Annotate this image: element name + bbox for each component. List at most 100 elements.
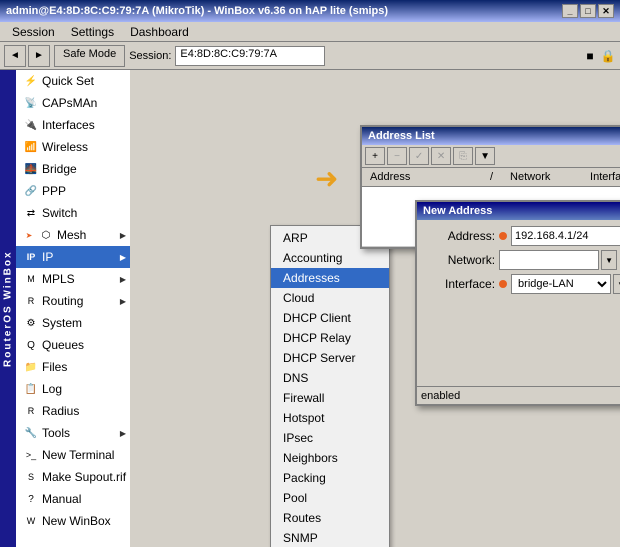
screen-icon: ■	[582, 48, 598, 64]
ip-submenu-dns[interactable]: DNS	[271, 368, 389, 388]
sidebar-item-system[interactable]: ⚙ System	[16, 312, 130, 334]
address-dot	[499, 232, 507, 240]
title-bar: admin@E4:8D:8C:C9:79:7A (MikroTik) - Win…	[0, 0, 620, 22]
mesh-indicator: ➤	[24, 230, 34, 240]
sidebar-item-quickset[interactable]: ⚡ Quick Set	[16, 70, 130, 92]
sidebar-item-capsman[interactable]: 📡 CAPsMAn	[16, 92, 130, 114]
sidebar-item-mpls[interactable]: M MPLS ▶	[16, 268, 130, 290]
network-input-wrapper: ▼	[499, 250, 620, 270]
close-button[interactable]: ✕	[598, 4, 614, 18]
sidebar-item-log[interactable]: 📋 Log	[16, 378, 130, 400]
address-list-toolbar: + − ✓ ✕ ⎘ ▼	[362, 145, 620, 168]
maximize-button[interactable]: □	[580, 4, 596, 18]
sidebar-item-tools[interactable]: 🔧 Tools ▶	[16, 422, 130, 444]
col-slash: /	[486, 170, 506, 184]
new-address-content: Address: ➤ Network: ▼	[417, 220, 620, 404]
network-field[interactable]	[499, 250, 599, 270]
content-area: ARP Accounting Addresses Cloud DHCP Clie…	[130, 70, 620, 547]
minimize-button[interactable]: _	[562, 4, 578, 18]
copy-toolbar-button[interactable]: ⎘	[453, 147, 473, 165]
sidebar-item-files[interactable]: 📁 Files	[16, 356, 130, 378]
ip-submenu-routes[interactable]: Routes	[271, 508, 389, 528]
sidebar-item-make-supout[interactable]: S Make Supout.rif	[16, 466, 130, 488]
check-button[interactable]: ✓	[409, 147, 429, 165]
tools-arrow: ▶	[120, 429, 126, 438]
mesh-icon: ⬡	[39, 228, 53, 242]
ip-submenu-accounting[interactable]: Accounting	[271, 248, 389, 268]
interfaces-icon: 🔌	[24, 118, 38, 132]
address-list-title-bar: Address List _ □ ✕	[362, 127, 620, 145]
network-row: Network: ▼	[425, 250, 620, 270]
sidebar-item-ppp[interactable]: 🔗 PPP	[16, 180, 130, 202]
sidebar-item-mesh[interactable]: ➤ ⬡ Mesh ▶	[16, 224, 130, 246]
new-address-title: New Address	[423, 205, 492, 217]
queues-icon: Q	[24, 338, 38, 352]
interface-select[interactable]: bridge-LAN	[511, 274, 611, 294]
col-network: Network	[506, 170, 586, 184]
back-button[interactable]: ◄	[4, 45, 26, 67]
lock-icons: ■ 🔒	[582, 48, 616, 64]
mesh-arrow: ▶	[120, 231, 126, 240]
sidebar-item-new-winbox[interactable]: W New WinBox	[16, 510, 130, 532]
menu-bar: Session Settings Dashboard	[0, 22, 620, 42]
sidebar-item-switch[interactable]: ⇄ Switch	[16, 202, 130, 224]
ip-submenu-pool[interactable]: Pool	[271, 488, 389, 508]
menu-dashboard[interactable]: Dashboard	[122, 23, 197, 41]
network-dropdown[interactable]: ▼	[601, 250, 617, 270]
ip-submenu-firewall[interactable]: Firewall	[271, 388, 389, 408]
session-input[interactable]: E4:8D:8C:C9:79:7A	[175, 46, 325, 66]
radius-icon: R	[24, 404, 38, 418]
wireless-icon: 📶	[24, 140, 38, 154]
sidebar-item-queues[interactable]: Q Queues	[16, 334, 130, 356]
ip-submenu-cloud[interactable]: Cloud	[271, 288, 389, 308]
sidebar-item-routing[interactable]: R Routing ▶	[16, 290, 130, 312]
bridge-icon: 🌉	[24, 162, 38, 176]
address-field[interactable]	[511, 226, 620, 246]
lock-icon: 🔒	[600, 48, 616, 64]
network-label: Network:	[425, 253, 495, 267]
remove-address-button[interactable]: −	[387, 147, 407, 165]
capsman-icon: 📡	[24, 96, 38, 110]
status-text: enabled	[421, 390, 460, 402]
ppp-icon: 🔗	[24, 184, 38, 198]
sidebar-item-bridge[interactable]: 🌉 Bridge	[16, 158, 130, 180]
title-text: admin@E4:8D:8C:C9:79:7A (MikroTik) - Win…	[6, 5, 388, 17]
sidebar-item-interfaces[interactable]: 🔌 Interfaces	[16, 114, 130, 136]
log-icon: 📋	[24, 382, 38, 396]
address-row: Address: ➤	[425, 226, 620, 246]
sidebar-item-ip[interactable]: IP IP ▶	[16, 246, 130, 268]
ip-submenu-packing[interactable]: Packing	[271, 468, 389, 488]
quickset-icon: ⚡	[24, 74, 38, 88]
safe-mode-button[interactable]: Safe Mode	[54, 45, 125, 67]
interface-label: Interface:	[425, 277, 495, 291]
interface-dot	[499, 280, 507, 288]
menu-session[interactable]: Session	[4, 23, 63, 41]
menu-settings[interactable]: Settings	[63, 23, 122, 41]
add-address-button[interactable]: +	[365, 147, 385, 165]
sidebar-item-wireless[interactable]: 📶 Wireless	[16, 136, 130, 158]
ip-submenu-addresses[interactable]: Addresses	[271, 268, 389, 288]
sidebar-item-new-terminal[interactable]: >_ New Terminal	[16, 444, 130, 466]
interface-dropdown[interactable]: ▼	[613, 274, 620, 294]
ip-submenu-dhcp-relay[interactable]: DHCP Relay	[271, 328, 389, 348]
ip-submenu-dhcp-client[interactable]: DHCP Client	[271, 308, 389, 328]
sidebar-item-radius[interactable]: R Radius	[16, 400, 130, 422]
forward-button[interactable]: ►	[28, 45, 50, 67]
ip-submenu-hotspot[interactable]: Hotspot	[271, 408, 389, 428]
ip-submenu-snmp[interactable]: SNMP	[271, 528, 389, 547]
new-address-status: enabled	[417, 386, 620, 404]
routing-icon: R	[24, 294, 38, 308]
address-label: Address:	[425, 229, 495, 243]
ip-submenu-neighbors[interactable]: Neighbors	[271, 448, 389, 468]
ip-submenu-ipsec[interactable]: IPsec	[271, 428, 389, 448]
sidebar-item-manual[interactable]: ? Manual	[16, 488, 130, 510]
filter-button[interactable]: ▼	[475, 147, 495, 165]
sidebar-wrapper: RouterOS WinBox ⚡ Quick Set 📡 CAPsMAn 🔌 …	[0, 70, 130, 547]
ip-submenu-dhcp-server[interactable]: DHCP Server	[271, 348, 389, 368]
tools-icon: 🔧	[24, 426, 38, 440]
mpls-icon: M	[24, 272, 38, 286]
winbox-icon: W	[24, 514, 38, 528]
col-address: Address	[366, 170, 486, 184]
nav-buttons: ◄ ►	[4, 45, 50, 67]
x-button[interactable]: ✕	[431, 147, 451, 165]
